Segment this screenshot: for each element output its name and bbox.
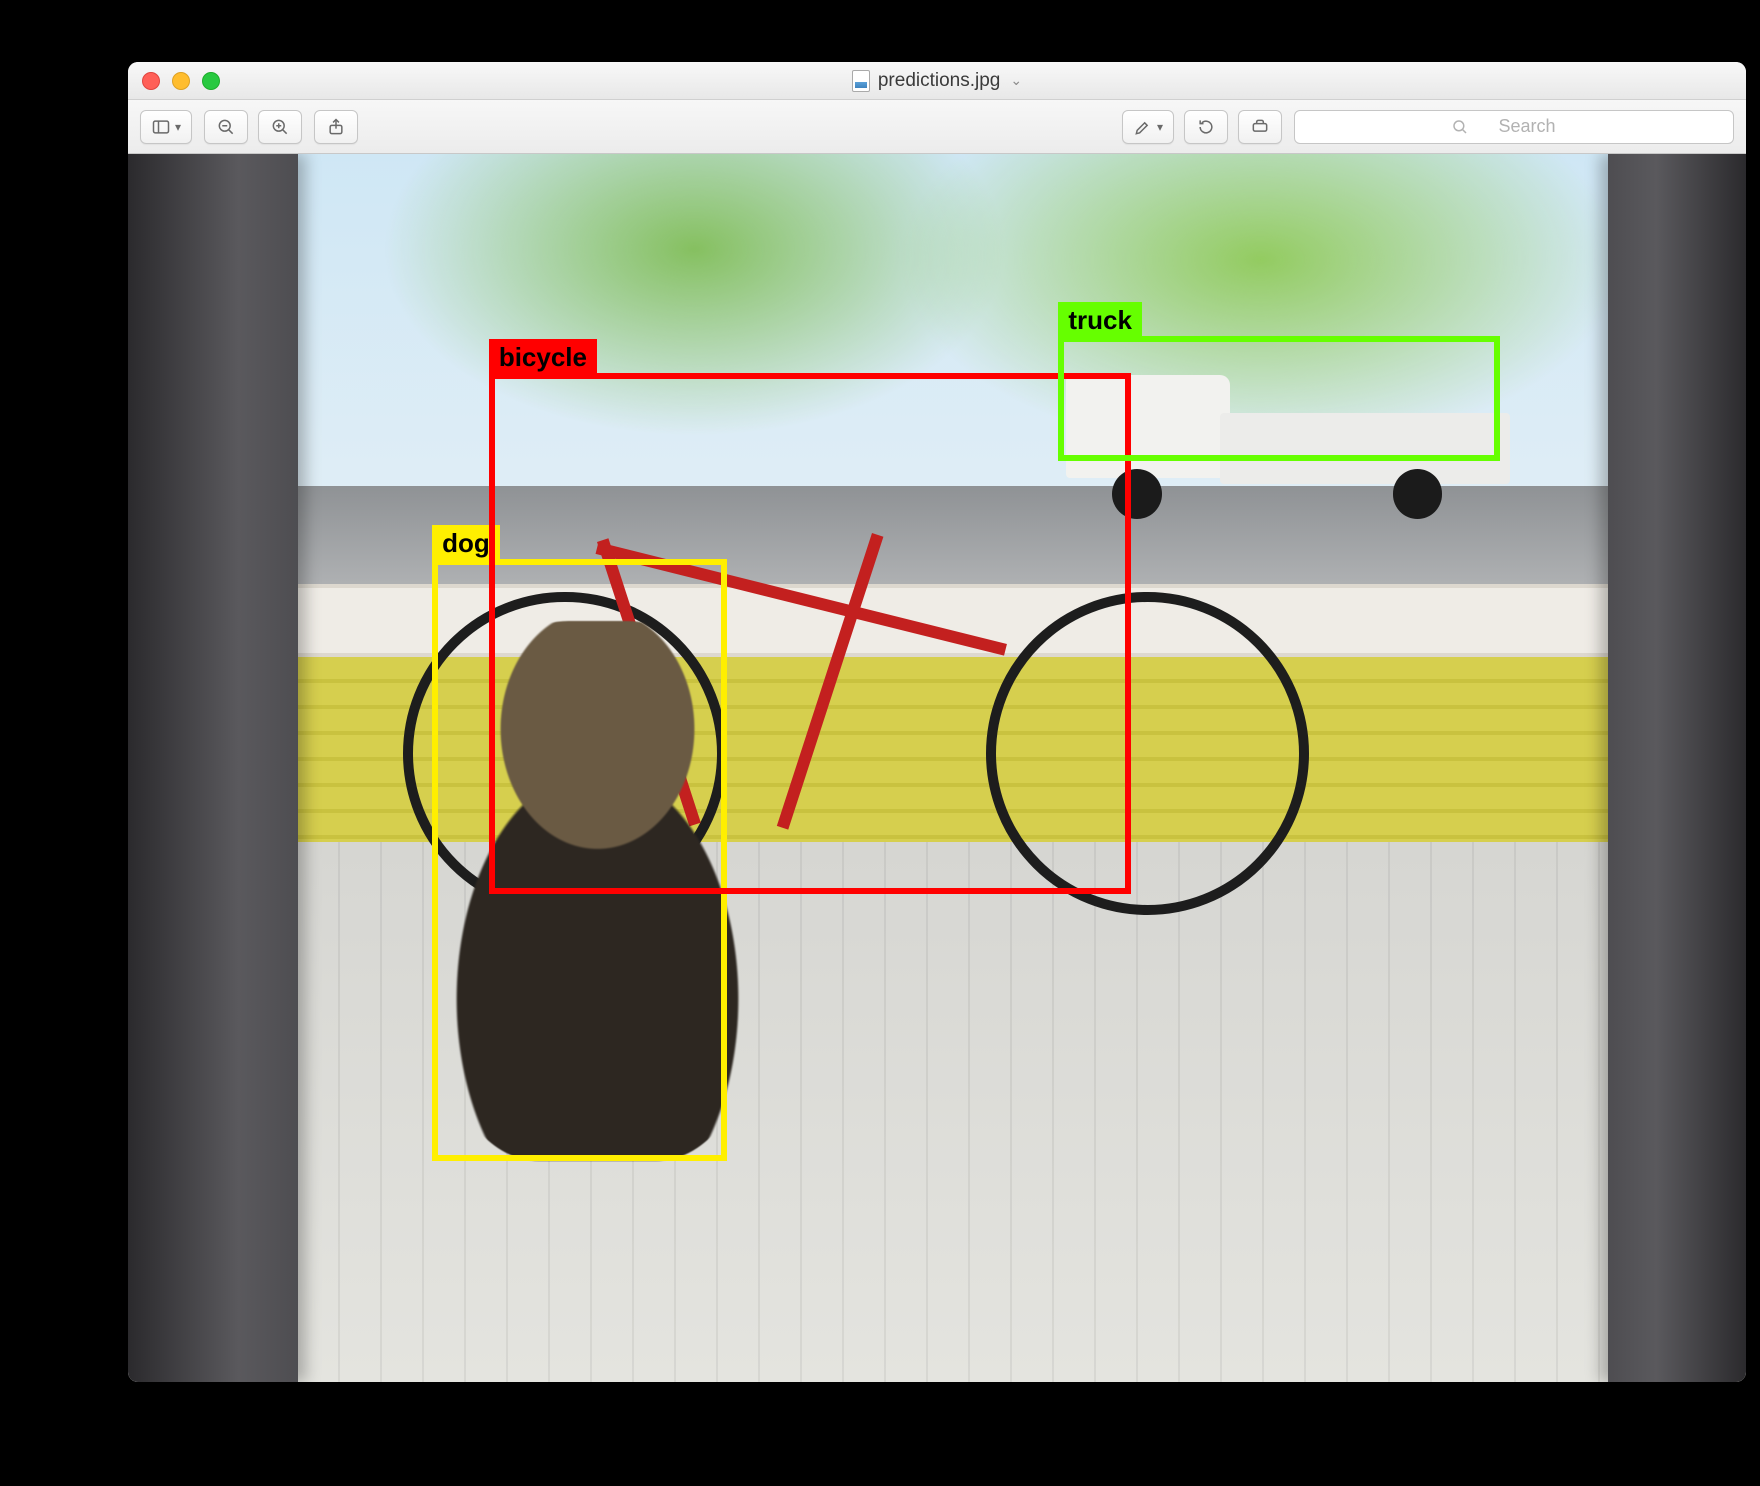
title-dropdown-chevron-icon[interactable]: ⌄ [1010,72,1022,89]
image-viewport[interactable]: dogbicycletruck [128,154,1746,1382]
detection-box-bicycle: bicycle [489,373,1131,895]
search-field[interactable] [1294,110,1734,144]
close-button[interactable] [142,72,160,90]
rotate-button[interactable] [1184,110,1228,144]
window-controls [142,72,220,90]
markup-toolbar-button[interactable] [1238,110,1282,144]
document-icon [852,70,870,92]
zoom-button[interactable] [202,72,220,90]
share-button[interactable] [314,110,358,144]
chevron-down-icon: ▾ [1157,120,1163,134]
zoom-group [204,110,302,144]
titlebar: predictions.jpg ⌄ [128,62,1746,100]
detection-box-truck: truck [1058,336,1500,461]
highlight-button[interactable]: ▾ [1122,110,1174,144]
preview-window: predictions.jpg ⌄ ▾ [128,62,1746,1382]
detection-label: truck [1058,302,1142,340]
zoom-in-button[interactable] [258,110,302,144]
toolbar: ▾ [128,100,1746,154]
zoom-out-button[interactable] [204,110,248,144]
search-icon [1451,118,1469,136]
chevron-down-icon: ▾ [175,120,181,134]
detection-label: bicycle [489,339,597,377]
minimize-button[interactable] [172,72,190,90]
search-input[interactable] [1477,116,1577,137]
window-title-text: predictions.jpg [878,70,1001,92]
window-title: predictions.jpg ⌄ [852,70,1022,92]
markup-group: ▾ [1122,110,1282,144]
sidebar-toggle-button[interactable]: ▾ [140,110,192,144]
